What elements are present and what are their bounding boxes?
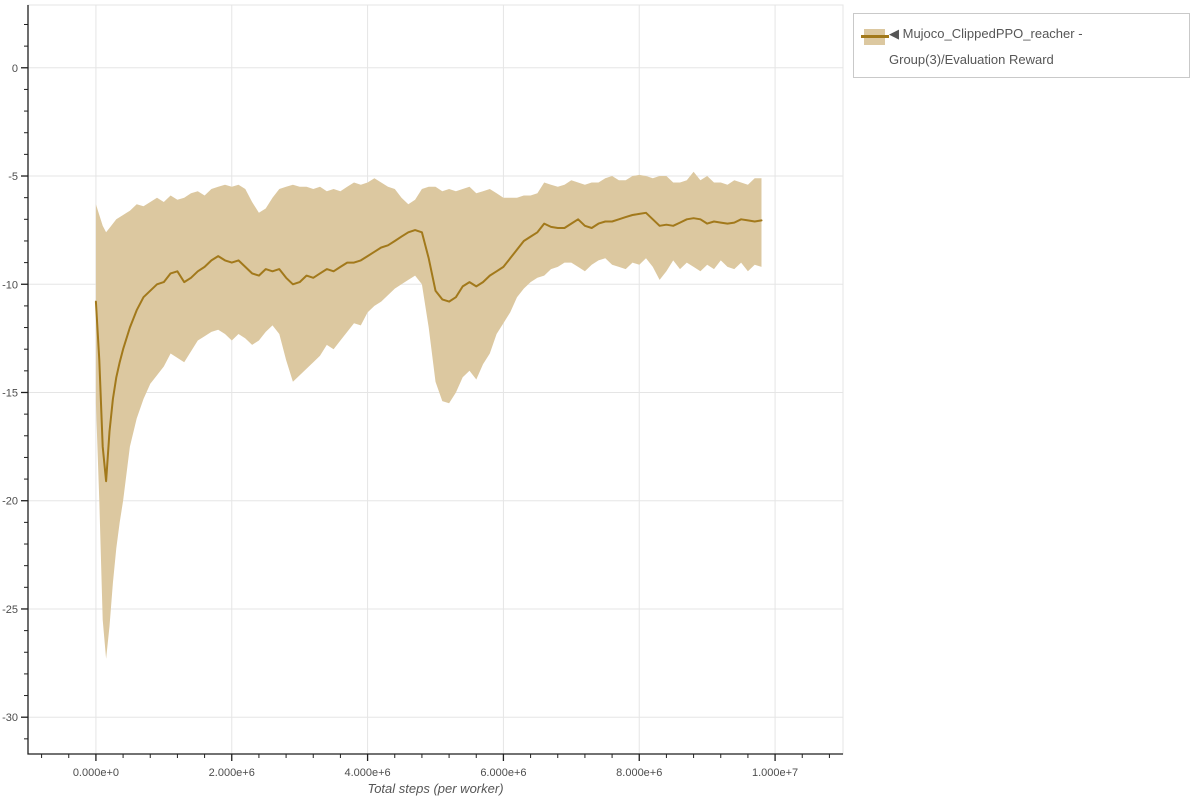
reward-chart[interactable]: 0 -5 -10 -15 -20 -25 -30 0.000e+0 2.000e+6 4.000e… [0, 0, 1200, 800]
y-tick-label: -30 [2, 712, 18, 724]
x-tick-label: 2.000e+6 [209, 767, 255, 779]
y-tick-label: -25 [2, 604, 18, 616]
x-tick-label: 6.000e+6 [480, 767, 526, 779]
legend-label: ◀ Mujoco_ClippedPPO_reacher - Group(3)/E… [889, 26, 1083, 67]
legend-swatch [861, 28, 889, 46]
x-tick-label: 1.000e+7 [752, 767, 798, 779]
x-tick-label: 0.000e+0 [73, 767, 119, 779]
y-tick-label: 0 [12, 63, 18, 75]
y-tick-label: -15 [2, 387, 18, 399]
x-tick-label: 8.000e+6 [616, 767, 662, 779]
y-tick-label: -20 [2, 496, 18, 508]
legend-line-swatch [861, 35, 889, 38]
legend-panel[interactable]: ◀ Mujoco_ClippedPPO_reacher - Group(3)/E… [853, 13, 1190, 78]
dashboard-canvas: 0 -5 -10 -15 -20 -25 -30 0.000e+0 2.000e+6 4.000e… [0, 0, 1200, 800]
y-tick-label: -5 [8, 171, 18, 183]
plot-area[interactable] [28, 5, 843, 754]
y-tick-label: -10 [2, 279, 18, 291]
x-axis-title: Total steps (per worker) [367, 781, 503, 796]
x-tick-label: 4.000e+6 [344, 767, 390, 779]
